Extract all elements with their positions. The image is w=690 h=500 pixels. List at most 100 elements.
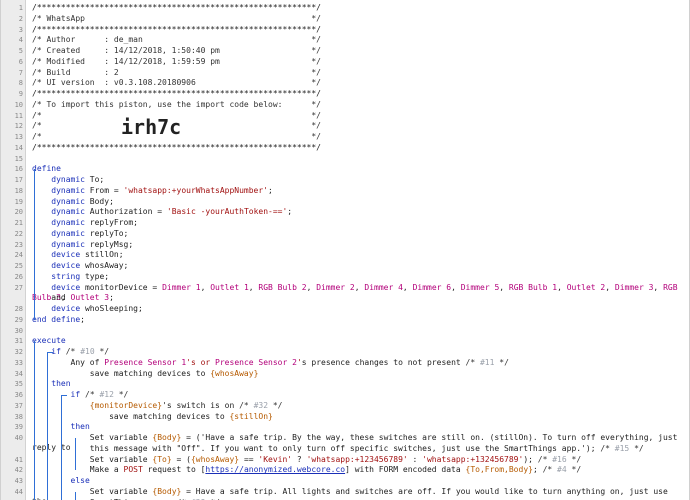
- code-text: dynamic replyTo;: [51, 228, 129, 238]
- block-guide: [61, 427, 62, 481]
- line-number: 3: [18, 25, 23, 34]
- line-number: 43: [14, 477, 23, 485]
- code-line: 20 dynamic Authorization = 'Basic -yourA…: [1, 207, 689, 217]
- line-number: 8: [18, 79, 23, 88]
- line-number: 23: [14, 240, 23, 249]
- code-line: 17 dynamic To;: [1, 175, 689, 185]
- line-number: 11: [14, 111, 23, 120]
- code-line: 11/* */: [1, 111, 689, 121]
- line-number: 35: [14, 380, 23, 389]
- code-text: save matching devices to {stillOn}: [32, 411, 273, 421]
- code-text: else: [70, 476, 90, 485]
- code-text: /***************************************…: [32, 24, 321, 34]
- line-number: 41: [14, 455, 23, 464]
- code-area: 1 /**************************************…: [1, 0, 689, 500]
- line-number: 1: [18, 4, 23, 12]
- line-number: 31: [14, 337, 23, 346]
- line-number: 5: [18, 47, 23, 55]
- code-line: 5 /* Created : 14/12/2018, 1:50:40 pm */: [1, 46, 689, 56]
- line-number: 15: [14, 154, 23, 163]
- code-line: 18 dynamic From = 'whatsapp:+yourWhatsAp…: [1, 186, 689, 196]
- code-text: /* Created : 14/12/2018, 1:50:40 pm */: [32, 46, 321, 55]
- code-text: end define;: [32, 314, 85, 324]
- code-line: 36 if /* #12 */: [1, 390, 689, 400]
- block-guide: [34, 341, 35, 500]
- code-line: 4 /* Author : de_man */: [1, 35, 689, 45]
- code-line: 30: [1, 326, 689, 336]
- code-text: and Outlet 3;: [32, 293, 114, 303]
- code-text: /***************************************…: [32, 142, 321, 152]
- code-line: 41 Set variable {To} = ({whosAway} == 'K…: [1, 455, 689, 465]
- code-text: if /* #10 */: [51, 347, 110, 356]
- code-text: /* Modified : 14/12/2018, 1:59:59 pm */: [32, 56, 321, 66]
- code-line: 2 /* WhatsApp */: [1, 14, 689, 24]
- code-line: 37 {monitorDevice}'s switch is on /* #32…: [1, 401, 689, 411]
- code-line: 6 /* Modified : 14/12/2018, 1:59:59 pm */: [1, 57, 689, 67]
- code-line: 26 string type;: [1, 272, 689, 282]
- code-text: string type;: [51, 271, 110, 281]
- code-line: 16 define: [1, 164, 689, 174]
- line-number: 37: [14, 401, 23, 410]
- code-text: /* Author : de_man */: [32, 35, 321, 45]
- block-guide: [47, 352, 53, 353]
- code-line: 35 then: [1, 379, 689, 389]
- line-number: 30: [14, 326, 23, 335]
- line-number: 29: [14, 315, 23, 324]
- line-number: 25: [14, 262, 23, 270]
- code-line: 34 save matching devices to {whosAway}: [1, 369, 689, 379]
- code-line: 32 if /* #10 */: [1, 347, 689, 357]
- code-line: 9 /**************************************…: [1, 89, 689, 99]
- line-number: 6: [18, 57, 23, 66]
- line-number: 39: [14, 423, 23, 432]
- block-guide: [75, 491, 76, 500]
- code-line: 39 then: [1, 422, 689, 432]
- line-number: 22: [14, 229, 23, 238]
- line-number: 7: [18, 68, 23, 77]
- code-line: 12/* */irh7c: [1, 115, 689, 139]
- block-guide: [61, 481, 62, 500]
- block-guide: [61, 395, 67, 396]
- code-text: dynamic From = 'whatsapp:+yourWhatsAppNu…: [51, 185, 273, 195]
- code-text: {monitorDevice}'s switch is on /* #32 */: [89, 400, 283, 410]
- code-line: 23 dynamic replyMsg;: [1, 240, 689, 250]
- code-line: 31 execute: [1, 336, 689, 346]
- line-number: 34: [14, 369, 23, 378]
- code-line: 44 Set variable {Body} = Have a safe tri…: [1, 487, 689, 500]
- line-number: 13: [14, 133, 23, 141]
- code-line: 29 end define;: [1, 315, 689, 325]
- line-number: 33: [14, 358, 23, 367]
- code-line: 10 /* To import this piston, use the impo…: [1, 100, 689, 110]
- code-line: 38 save matching devices to {stillOn}: [1, 412, 689, 422]
- code-line: 19 dynamic Body;: [1, 197, 689, 207]
- code-line: 8 /* UI version : v0.3.108.20180906 */: [1, 78, 689, 88]
- code-line: 42 Make a POST request to [https://anony…: [1, 465, 689, 475]
- code-text: if /* #12 */: [70, 390, 129, 399]
- code-text: save matching devices to {whosAway}: [32, 368, 259, 378]
- code-text: execute: [32, 336, 66, 346]
- code-line: 40 Set variable {Body} = ('Have a safe t…: [1, 433, 689, 452]
- line-number: 44: [14, 487, 23, 496]
- code-text: dynamic Authorization = 'Basic -yourAuth…: [51, 207, 297, 217]
- code-line: and Outlet 3;: [1, 293, 689, 303]
- block-guide: [75, 438, 76, 471]
- code-line: 27 device monitorDevice = Dimmer 1, Outl…: [1, 283, 689, 302]
- code-line: 3 /**************************************…: [1, 25, 689, 35]
- code-text: /* */: [32, 132, 321, 141]
- line-number: 18: [14, 186, 23, 195]
- block-guide: [47, 384, 48, 500]
- line-number: 2: [18, 14, 23, 23]
- code-text: then: [70, 422, 90, 432]
- code-line: 7 /* Build : 2 */: [1, 68, 689, 78]
- line-number: 12: [14, 122, 23, 131]
- code-text: /* To import this piston, use the import…: [32, 99, 321, 109]
- code-line: 22 dynamic replyTo;: [1, 229, 689, 239]
- line-number: 20: [14, 208, 23, 217]
- line-number: 27: [14, 283, 23, 292]
- code-text: /* WhatsApp */: [32, 13, 321, 23]
- line-number: 38: [14, 412, 23, 421]
- code-text: this message with "Off". If you want to …: [32, 443, 644, 453]
- code-text: Set variable {To} = ({whosAway} == 'Kevi…: [32, 454, 582, 464]
- code-line: 13 /* */: [1, 132, 689, 142]
- code-text: /***************************************…: [32, 89, 321, 98]
- piston-code-editor: 1 /**************************************…: [0, 0, 690, 500]
